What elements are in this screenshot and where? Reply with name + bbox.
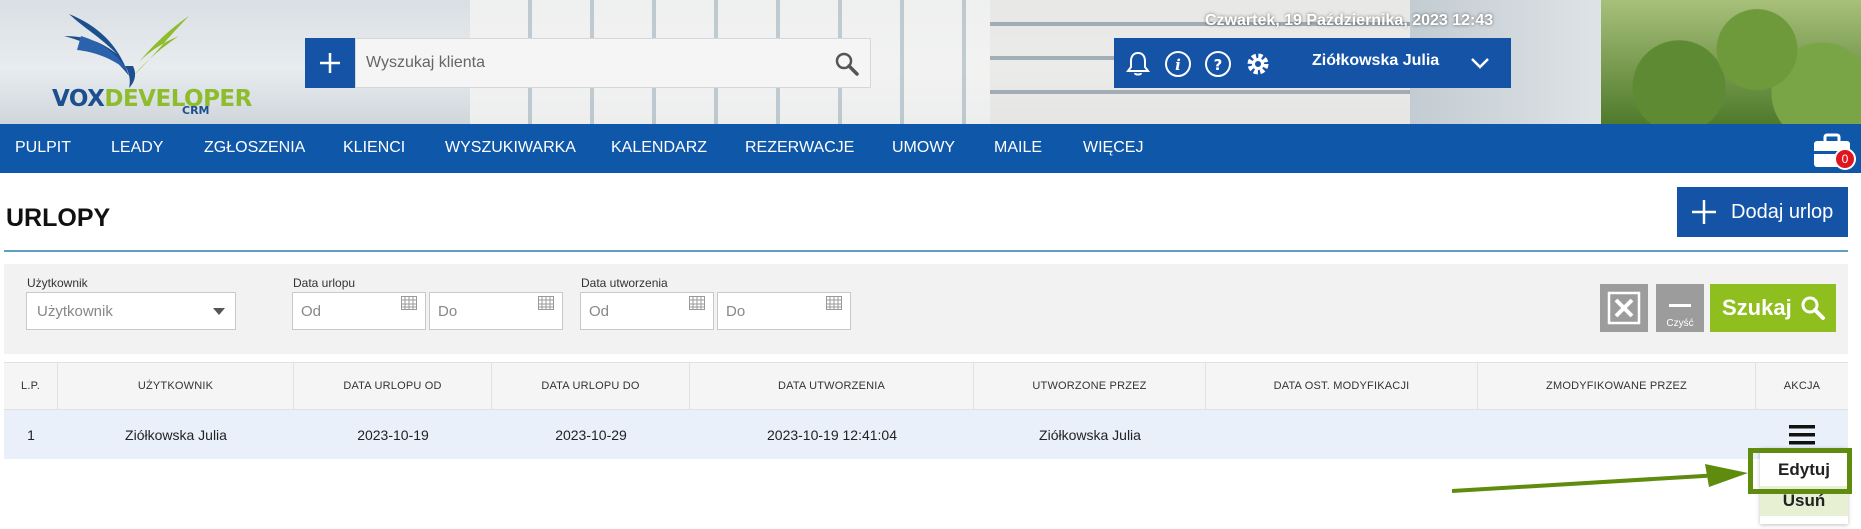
created-date-to-input[interactable] — [726, 293, 818, 329]
column-header[interactable]: DATA URLOPU DO — [492, 363, 690, 409]
user-filter-label: Użytkownik — [27, 276, 88, 290]
caret-down-icon — [213, 308, 225, 315]
nav-item-kalendarz[interactable]: KALENDARZ — [611, 139, 707, 157]
column-header[interactable]: UŻYTKOWNIK — [58, 363, 294, 409]
cell-created-by: Ziółkowska Julia — [1039, 426, 1141, 443]
cell-date-to: 2023-10-29 — [555, 426, 627, 443]
client-search-input[interactable] — [366, 39, 806, 87]
add-leave-label: Dodaj urlop — [1731, 200, 1834, 223]
created-date-label: Data utworzenia — [581, 276, 668, 290]
nav-item-umowy[interactable]: UMOWY — [892, 139, 955, 157]
table-header: L.P. UŻYTKOWNIK DATA URLOPU OD DATA URLO… — [4, 362, 1848, 410]
nav-item-wiecej[interactable]: WIĘCEJ — [1083, 139, 1143, 157]
user-bar: i ? Ziółkowska Julia — [1114, 38, 1511, 88]
client-search — [355, 38, 871, 88]
pointer-arrow-icon — [1451, 464, 1748, 493]
search-button-label: Szukaj — [1722, 295, 1792, 320]
svg-text:?: ? — [1214, 56, 1223, 74]
column-header[interactable]: DATA OST. MODYFIKACJI — [1206, 363, 1478, 409]
leave-date-to-input[interactable] — [438, 293, 530, 329]
bell-icon[interactable] — [1124, 50, 1152, 78]
leave-date-label: Data urlopu — [293, 276, 356, 290]
svg-text:i: i — [1175, 56, 1181, 74]
header: VOXDEVELOPER CRM Czwartek, 19 Październi… — [0, 0, 1861, 124]
nav-item-zgloszenia[interactable]: ZGŁOSZENIA — [204, 139, 305, 157]
user-name[interactable]: Ziółkowska Julia — [1312, 52, 1439, 70]
gear-icon[interactable] — [1244, 50, 1272, 78]
clear-filters-label: Czyść — [1666, 318, 1694, 329]
add-leave-button[interactable]: Dodaj urlop — [1677, 187, 1848, 237]
logo[interactable]: VOXDEVELOPER CRM — [24, 6, 252, 117]
created-date-from-input[interactable] — [589, 293, 681, 329]
title-divider — [4, 250, 1848, 252]
cell-modified-by — [1478, 410, 1756, 459]
plus-icon — [320, 53, 340, 73]
cell-modified — [1206, 410, 1478, 459]
chevron-down-icon[interactable] — [1470, 55, 1490, 71]
calendar-icon[interactable] — [538, 296, 554, 310]
column-header[interactable]: DATA URLOPU OD — [294, 363, 492, 409]
nav-item-pulpit[interactable]: PULPIT — [15, 139, 71, 157]
quick-add-button[interactable] — [305, 38, 355, 88]
cart-count-badge: 0 — [1834, 148, 1856, 170]
current-datetime: Czwartek, 19 Października, 2023 12:43 — [1205, 12, 1494, 29]
page-title: URLOPY — [6, 204, 111, 232]
eagle-logo-icon — [64, 14, 189, 88]
nav-item-maile[interactable]: MAILE — [994, 139, 1042, 157]
main-nav: PULPIT LEADY ZGŁOSZENIA KLIENCI WYSZUKIW… — [0, 124, 1861, 173]
created-date-to — [717, 292, 851, 330]
nav-item-wyszukiwarka[interactable]: WYSZUKIWARKA — [445, 139, 576, 157]
nav-item-rezerwacje[interactable]: REZERWACJE — [745, 139, 854, 157]
plus-icon — [1692, 200, 1716, 224]
column-header: AKCJA — [1783, 380, 1821, 392]
cell-lp: 1 — [27, 426, 35, 443]
user-filter-placeholder: Użytkownik — [37, 303, 113, 320]
leave-date-from-input[interactable] — [301, 293, 393, 329]
nav-item-leady[interactable]: LEADY — [111, 139, 163, 157]
search-icon[interactable] — [834, 51, 860, 77]
cell-date-from: 2023-10-19 — [357, 426, 429, 443]
column-header[interactable]: ZMODYFIKOWANE PRZEZ — [1478, 363, 1756, 409]
leave-date-from — [292, 292, 426, 330]
logo-text: VOXDEVELOPER — [52, 86, 252, 112]
calendar-icon[interactable] — [401, 296, 417, 310]
help-icon[interactable]: ? — [1204, 50, 1232, 78]
clear-filters-button[interactable]: Czyść — [1656, 284, 1704, 332]
cell-created: 2023-10-19 12:41:04 — [767, 426, 897, 443]
edit-highlight-box — [1748, 448, 1852, 494]
user-filter-select[interactable]: Użytkownik — [26, 292, 236, 330]
table-row[interactable]: 1 Ziółkowska Julia 2023-10-19 2023-10-29… — [4, 410, 1848, 459]
column-header[interactable]: DATA UTWORZENIA — [690, 363, 974, 409]
export-excel-button[interactable] — [1600, 284, 1648, 332]
created-date-from — [580, 292, 714, 330]
minus-icon — [1669, 304, 1691, 307]
column-header[interactable]: UTWORZONE PRZEZ — [974, 363, 1206, 409]
logo-crm-text: CRM — [182, 104, 210, 117]
calendar-icon[interactable] — [826, 296, 842, 310]
cell-user: Ziółkowska Julia — [125, 426, 227, 443]
hamburger-menu-icon[interactable] — [1789, 424, 1815, 446]
info-icon[interactable]: i — [1164, 50, 1192, 78]
excel-icon — [1607, 291, 1641, 325]
leave-date-to — [429, 292, 563, 330]
filter-panel: Użytkownik Użytkownik Data urlopu Data u… — [4, 264, 1848, 354]
header-background-trees — [1601, 0, 1861, 124]
calendar-icon[interactable] — [689, 296, 705, 310]
search-icon — [1801, 296, 1825, 320]
search-button[interactable]: Szukaj — [1710, 284, 1836, 332]
nav-item-klienci[interactable]: KLIENCI — [343, 139, 405, 157]
column-header[interactable]: L.P. — [4, 363, 58, 409]
